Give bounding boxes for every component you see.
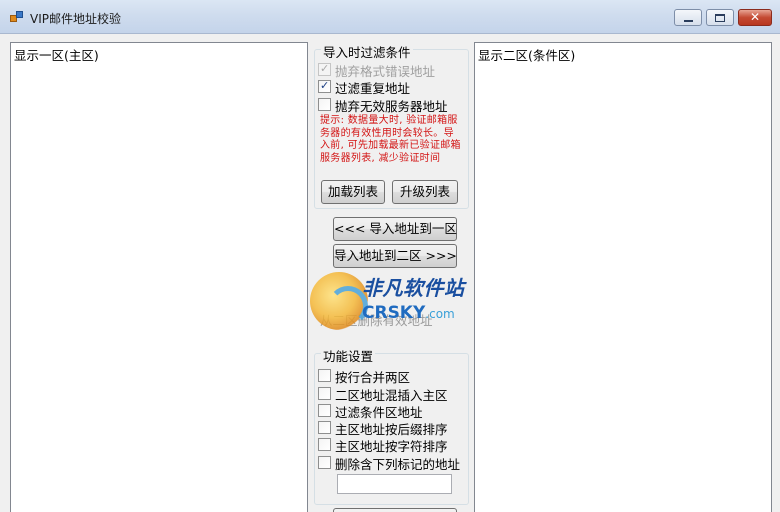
checkbox-label: 过滤重复地址 — [335, 81, 411, 96]
checkbox-box — [318, 456, 331, 469]
watermark-en-main: CRSKY — [362, 303, 426, 323]
bottom-action-button[interactable] — [333, 508, 457, 512]
checkbox-label: 抛弃无效服务器地址 — [335, 99, 448, 114]
close-button[interactable]: ✕ — [738, 9, 772, 26]
checkbox-box — [318, 369, 331, 382]
maximize-button[interactable] — [706, 9, 734, 26]
hint-text: 提示: 数据量大时, 验证邮箱服务器的有效性用时会较长。导入前, 可先加载最新已… — [320, 115, 461, 164]
watermark-en-text: CRSKY.com — [362, 303, 455, 323]
checkbox-box — [318, 438, 331, 451]
import-filter-group: 导入时过滤条件 抛弃格式错误地址 过滤重复地址 抛弃无效服务器地址 提示: 数据… — [314, 42, 469, 209]
import-to-cond-zone-button[interactable]: 导入地址到二区 >>> — [333, 244, 457, 268]
watermark: 非凡软件站 CRSKY.com — [310, 270, 472, 334]
function-settings-title: 功能设置 — [321, 346, 376, 365]
checkbox-box — [318, 62, 331, 76]
checkbox-box — [318, 421, 331, 434]
checkbox-label: 删除含下列标记的地址 — [335, 457, 461, 472]
minimize-icon — [684, 20, 693, 22]
checkbox-label: 按行合并两区 — [335, 370, 411, 385]
marker-input[interactable] — [337, 474, 452, 494]
watermark-en-suffix: .com — [425, 307, 455, 321]
main-window-body: 显示一区(主区) 导入时过滤条件 抛弃格式错误地址 过滤重复地址 抛弃无效服务器… — [0, 34, 780, 512]
cond-zone-list[interactable]: 显示二区(条件区) — [474, 42, 772, 512]
import-to-main-zone-button[interactable]: <<< 导入地址到一区 — [333, 217, 457, 241]
app-icon — [10, 11, 24, 23]
upgrade-list-button[interactable]: 升级列表 — [392, 180, 458, 204]
checkbox-box — [318, 387, 331, 400]
checkbox-box — [318, 404, 331, 417]
window-title: VIP邮件地址校验 — [30, 12, 121, 26]
minimize-button[interactable] — [674, 9, 702, 26]
main-zone-list[interactable]: 显示一区(主区) — [10, 42, 308, 512]
watermark-logo-icon — [310, 272, 368, 330]
checkbox-label: 主区地址按字符排序 — [335, 439, 448, 454]
watermark-cn-text: 非凡软件站 — [362, 276, 465, 300]
title-bar: VIP邮件地址校验 ✕ — [0, 0, 780, 34]
checkbox-box — [318, 79, 331, 93]
close-icon: ✕ — [749, 10, 761, 24]
load-list-button[interactable]: 加载列表 — [321, 180, 385, 204]
main-zone-label: 显示一区(主区) — [14, 48, 99, 63]
maximize-icon — [715, 14, 725, 22]
checkbox-box — [318, 98, 331, 111]
import-filter-title: 导入时过滤条件 — [321, 42, 413, 61]
cond-zone-label: 显示二区(条件区) — [478, 48, 576, 63]
